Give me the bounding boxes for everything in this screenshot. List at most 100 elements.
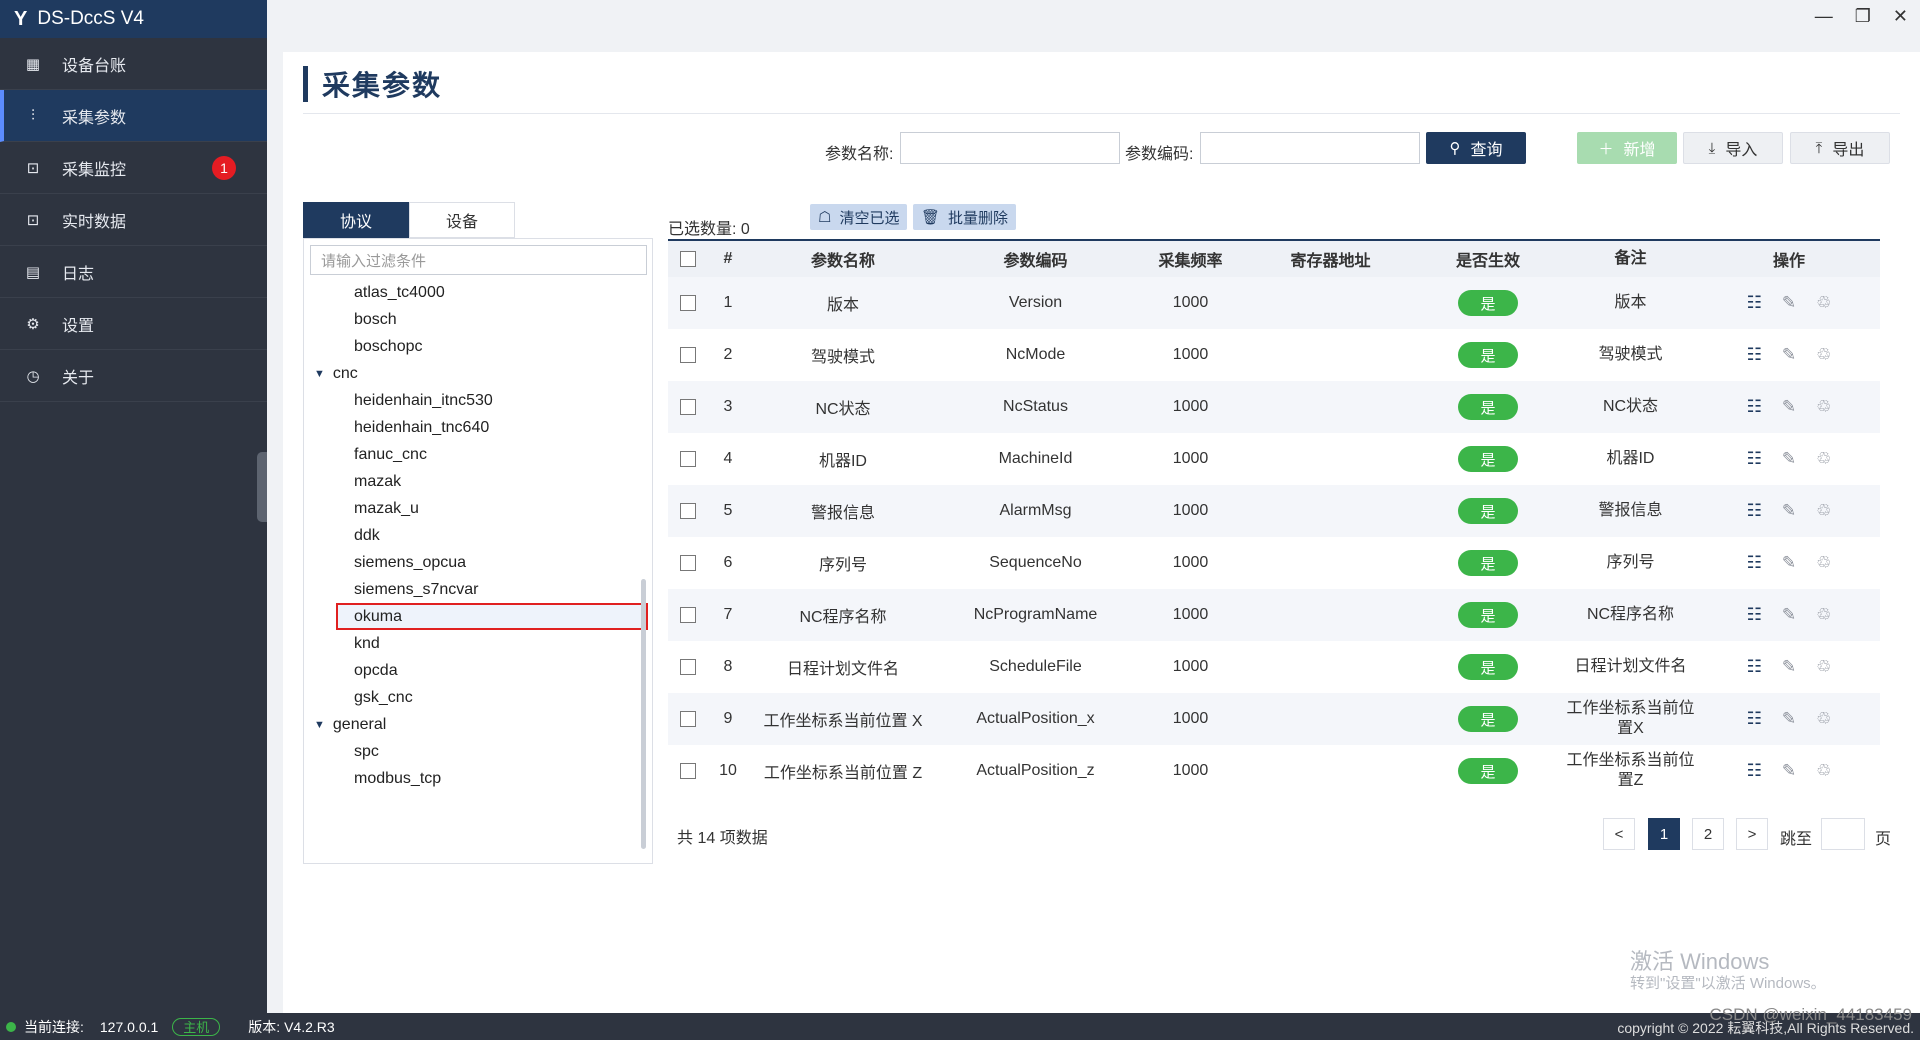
select-all-checkbox[interactable]: [680, 251, 696, 267]
tree-item[interactable]: modbus_tcp: [304, 765, 644, 792]
tree-item[interactable]: atlas_tc4000: [304, 279, 644, 306]
row-checkbox[interactable]: [680, 347, 696, 363]
tab-device[interactable]: 设备: [409, 202, 515, 238]
row-checkbox[interactable]: [680, 295, 696, 311]
edit-icon[interactable]: ✎: [1782, 293, 1796, 313]
delete-icon[interactable]: ♲: [1816, 293, 1831, 313]
tree-item[interactable]: mazak_u: [304, 495, 644, 522]
tree-item[interactable]: gsk_cnc: [304, 684, 644, 711]
batch-delete-button[interactable]: 🗑 批量删除: [913, 204, 1017, 230]
table-row: 6 序列号 SequenceNo 1000 是 序列号 ☷ ✎ ♲: [668, 537, 1880, 589]
row-checkbox[interactable]: [680, 451, 696, 467]
add-button[interactable]: ＋ 新增: [1577, 132, 1677, 164]
import-button[interactable]: ⤓ 导入: [1683, 132, 1783, 164]
page-button-2[interactable]: 2: [1692, 818, 1724, 850]
jump-page-input[interactable]: [1821, 818, 1865, 850]
detail-icon[interactable]: ☷: [1747, 553, 1762, 573]
tree-item[interactable]: okuma: [336, 603, 648, 630]
tree-item[interactable]: fanuc_cnc: [304, 441, 644, 468]
delete-icon[interactable]: ♲: [1816, 345, 1831, 365]
tree-item[interactable]: mazak: [304, 468, 644, 495]
tree-item[interactable]: siemens_opcua: [304, 549, 644, 576]
sidebar-item-2[interactable]: ⊡ 采集监控 1: [0, 142, 267, 194]
tree-scrollbar[interactable]: [641, 579, 646, 849]
tree-item[interactable]: heidenhain_tnc640: [304, 414, 644, 441]
row-checkbox[interactable]: [680, 555, 696, 571]
edit-icon[interactable]: ✎: [1782, 761, 1796, 781]
row-checkbox[interactable]: [680, 659, 696, 675]
cell-ops: ☷ ✎ ♲: [1698, 329, 1880, 381]
tree-group[interactable]: ▼ general: [304, 711, 644, 738]
cell-num: 5: [723, 502, 733, 519]
tree-item-label: mazak: [354, 472, 402, 490]
close-icon[interactable]: ✕: [1893, 6, 1908, 27]
delete-icon[interactable]: ♲: [1816, 397, 1831, 417]
sidebar-collapse-handle[interactable]: [257, 452, 267, 522]
prev-page-button[interactable]: <: [1603, 818, 1635, 850]
tab-protocol[interactable]: 协议: [303, 202, 409, 238]
sidebar-item-3[interactable]: ⊡ 实时数据: [0, 194, 267, 246]
param-name-input[interactable]: [900, 132, 1120, 164]
delete-icon[interactable]: ♲: [1816, 709, 1831, 729]
row-checkbox[interactable]: [680, 399, 696, 415]
param-code-input[interactable]: [1200, 132, 1420, 164]
app-brand: Y DS-DccS V4: [0, 0, 267, 38]
edit-icon[interactable]: ✎: [1782, 553, 1796, 573]
detail-icon[interactable]: ☷: [1747, 501, 1762, 521]
row-checkbox[interactable]: [680, 503, 696, 519]
sidebar-item-4[interactable]: ▤ 日志: [0, 246, 267, 298]
edit-icon[interactable]: ✎: [1782, 501, 1796, 521]
tree-group[interactable]: ▼ cnc: [304, 360, 644, 387]
detail-icon[interactable]: ☷: [1747, 605, 1762, 625]
tree-item-label: atlas_tc4000: [354, 283, 445, 301]
minimize-icon[interactable]: —: [1815, 6, 1833, 27]
delete-icon[interactable]: ♲: [1816, 501, 1831, 521]
cell-num: 4: [723, 450, 733, 467]
cell-code: SequenceNo: [989, 554, 1082, 571]
sidebar-item-0[interactable]: ▦ 设备台账: [0, 38, 267, 90]
caret-down-icon[interactable]: ▼: [314, 368, 325, 380]
detail-icon[interactable]: ☷: [1747, 761, 1762, 781]
tree-item[interactable]: spc: [304, 738, 644, 765]
tree-filter-input[interactable]: 请输入过滤条件: [310, 245, 647, 275]
row-checkbox-cell: [668, 745, 708, 797]
row-checkbox[interactable]: [680, 607, 696, 623]
edit-icon[interactable]: ✎: [1782, 657, 1796, 677]
tree-item[interactable]: siemens_s7ncvar: [304, 576, 644, 603]
tree-item[interactable]: ddk: [304, 522, 644, 549]
edit-icon[interactable]: ✎: [1782, 709, 1796, 729]
edit-icon[interactable]: ✎: [1782, 345, 1796, 365]
detail-icon[interactable]: ☷: [1747, 293, 1762, 313]
page-button-1[interactable]: 1: [1648, 818, 1680, 850]
sidebar-item-1[interactable]: ⫶ 采集参数: [0, 90, 267, 142]
detail-icon[interactable]: ☷: [1747, 397, 1762, 417]
delete-icon[interactable]: ♲: [1816, 553, 1831, 573]
edit-icon[interactable]: ✎: [1782, 397, 1796, 417]
caret-down-icon[interactable]: ▼: [314, 719, 325, 731]
delete-icon[interactable]: ♲: [1816, 449, 1831, 469]
tree-item[interactable]: opcda: [304, 657, 644, 684]
clear-selected-button[interactable]: ☖ 清空已选: [810, 204, 908, 230]
edit-icon[interactable]: ✎: [1782, 449, 1796, 469]
export-button[interactable]: ⤒ 导出: [1790, 132, 1890, 164]
row-checkbox[interactable]: [680, 763, 696, 779]
delete-icon[interactable]: ♲: [1816, 761, 1831, 781]
tree-item[interactable]: heidenhain_itnc530: [304, 387, 644, 414]
tree-item[interactable]: boschopc: [304, 333, 644, 360]
query-button[interactable]: ⚲ 查询: [1426, 132, 1526, 164]
restore-icon[interactable]: ❐: [1855, 6, 1871, 27]
detail-icon[interactable]: ☷: [1747, 449, 1762, 469]
tree-item[interactable]: knd: [304, 630, 644, 657]
tree-item[interactable]: bosch: [304, 306, 644, 333]
row-checkbox[interactable]: [680, 711, 696, 727]
cell-num: 7: [723, 606, 733, 623]
detail-icon[interactable]: ☷: [1747, 345, 1762, 365]
delete-icon[interactable]: ♲: [1816, 657, 1831, 677]
detail-icon[interactable]: ☷: [1747, 709, 1762, 729]
sidebar-item-5[interactable]: ⚙ 设置: [0, 298, 267, 350]
delete-icon[interactable]: ♲: [1816, 605, 1831, 625]
next-page-button[interactable]: >: [1736, 818, 1768, 850]
sidebar-item-6[interactable]: ◷ 关于: [0, 350, 267, 402]
edit-icon[interactable]: ✎: [1782, 605, 1796, 625]
detail-icon[interactable]: ☷: [1747, 657, 1762, 677]
